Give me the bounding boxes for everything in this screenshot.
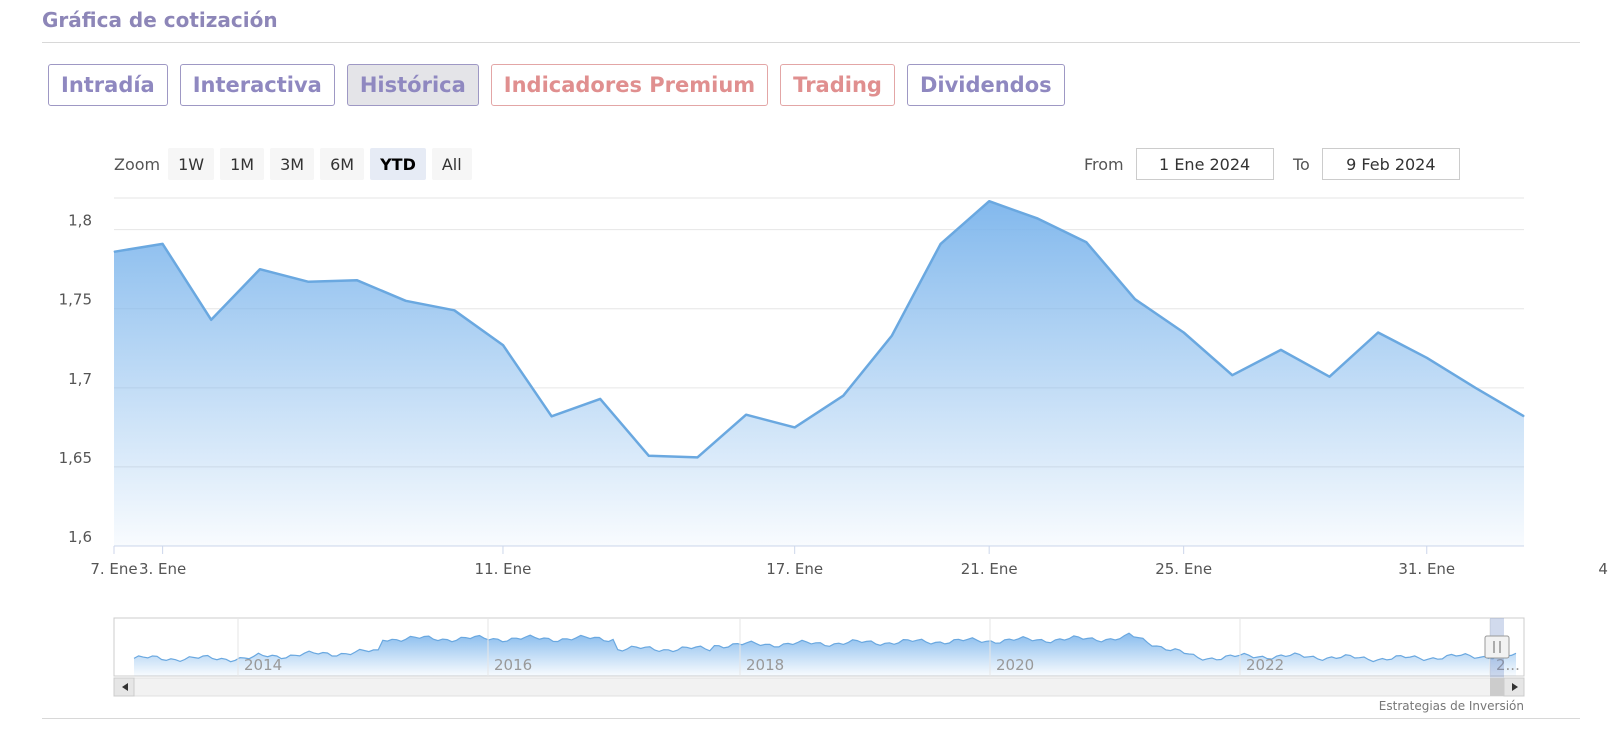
y-tick-label: 1,65 <box>59 449 92 467</box>
data-point <box>1183 332 1185 333</box>
price-area <box>114 201 1524 546</box>
data-point <box>1523 415 1525 417</box>
navigator-year-label: 2020 <box>996 656 1034 674</box>
x-tick-label: 21. Ene <box>961 560 1018 578</box>
x-tick-label: 25. Ene <box>1155 560 1212 578</box>
credit-label: Estrategias de Inversión <box>1378 699 1524 713</box>
data-point <box>356 279 358 281</box>
y-tick-label: 1,75 <box>59 291 92 309</box>
data-point <box>210 319 212 321</box>
data-point <box>842 395 844 397</box>
navigator-year-label: 2018 <box>746 656 784 674</box>
x-tick-label: 31. Ene <box>1398 560 1455 578</box>
data-point <box>794 426 796 428</box>
data-point <box>891 335 893 337</box>
data-point <box>1085 241 1087 243</box>
data-point <box>648 455 650 457</box>
x-tick-label: 17. Ene <box>766 560 823 578</box>
data-point <box>1426 357 1428 359</box>
data-point <box>988 200 990 202</box>
data-point <box>1280 349 1282 351</box>
y-tick-label: 1,6 <box>68 528 92 546</box>
x-tick-label: 3. Ene <box>139 560 186 578</box>
data-point <box>308 281 309 283</box>
x-tick-label: 4. Feb <box>1598 560 1609 578</box>
data-point <box>405 300 407 302</box>
y-tick-label: 1,7 <box>68 370 92 388</box>
data-point <box>162 243 164 245</box>
scrollbar-thumb[interactable] <box>1490 678 1504 696</box>
data-point <box>1474 387 1476 389</box>
y-tick-label: 1,8 <box>68 212 92 230</box>
price-chart[interactable]: 1,6 1,65 1,7 1,75 1,8 3. Ene7. Ene 11. Ene 17.… <box>0 0 1609 752</box>
data-point <box>551 415 553 417</box>
bottom-divider <box>42 718 1580 719</box>
data-point <box>1231 374 1233 376</box>
data-point <box>502 344 504 346</box>
data-point <box>940 243 942 245</box>
data-point <box>696 456 698 458</box>
data-point <box>599 398 601 400</box>
navigator-year-label: 2016 <box>494 656 532 674</box>
x-tick-label: 7. Ene <box>90 560 137 578</box>
data-point <box>1037 218 1039 220</box>
navigator-handle[interactable] <box>1484 635 1510 659</box>
data-point <box>1329 376 1330 378</box>
navigator-year-label: 2014 <box>244 656 282 674</box>
data-point <box>1134 298 1136 300</box>
data-point <box>1377 332 1379 333</box>
data-point <box>745 414 747 416</box>
data-point <box>113 251 115 253</box>
navigator-year-label: 2022 <box>1246 656 1284 674</box>
data-point <box>259 268 261 270</box>
scrollbar-track[interactable] <box>113 677 1525 697</box>
x-tick-label: 11. Ene <box>475 560 532 578</box>
data-point <box>453 309 455 311</box>
